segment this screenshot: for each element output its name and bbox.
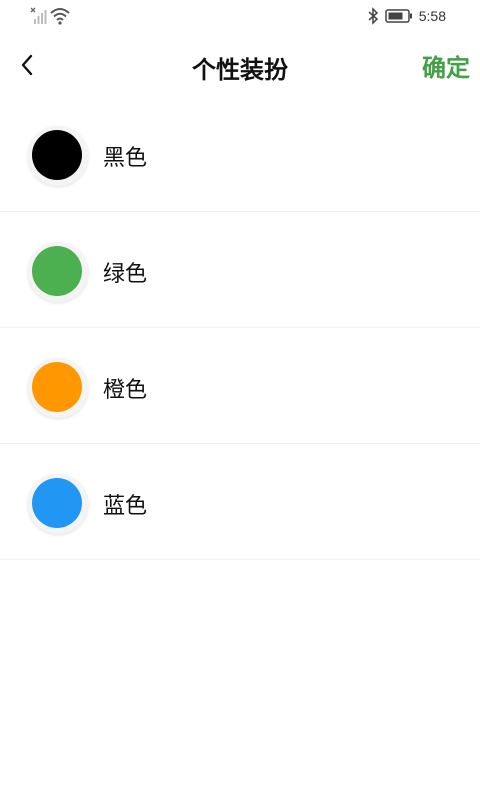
bluetooth-icon xyxy=(368,7,378,25)
color-option-item[interactable]: 橙色 xyxy=(0,328,480,444)
color-swatch-ring xyxy=(28,358,88,418)
status-bar: 5:58 xyxy=(0,0,480,32)
color-option-label: 绿色 xyxy=(103,262,148,287)
color-swatch xyxy=(32,246,82,296)
status-right: 5:58 xyxy=(367,6,446,26)
color-option-list: 黑色 绿色 橙色 蓝色 xyxy=(0,96,480,560)
color-option-label: 黑色 xyxy=(103,146,148,171)
color-swatch xyxy=(32,362,82,412)
page-title: 个性装扮 xyxy=(192,56,288,84)
confirm-button[interactable]: 确定 xyxy=(422,48,470,83)
color-option-label: 橙色 xyxy=(103,378,148,403)
color-swatch-ring xyxy=(28,126,88,186)
no-signal-icon xyxy=(30,7,47,24)
color-swatch-ring xyxy=(28,474,88,534)
color-option-label: 蓝色 xyxy=(103,494,148,519)
wifi-icon xyxy=(50,8,70,25)
color-swatch xyxy=(32,130,82,180)
color-option-item[interactable]: 黑色 xyxy=(0,96,480,212)
color-option-item[interactable]: 绿色 xyxy=(0,212,480,328)
app-header: 个性装扮 确定 xyxy=(0,32,480,98)
color-option-item[interactable]: 蓝色 xyxy=(0,444,480,560)
battery-icon xyxy=(385,9,412,23)
status-left xyxy=(30,6,70,26)
color-swatch-ring xyxy=(28,242,88,302)
color-swatch xyxy=(32,478,82,528)
status-time: 5:58 xyxy=(418,8,446,24)
